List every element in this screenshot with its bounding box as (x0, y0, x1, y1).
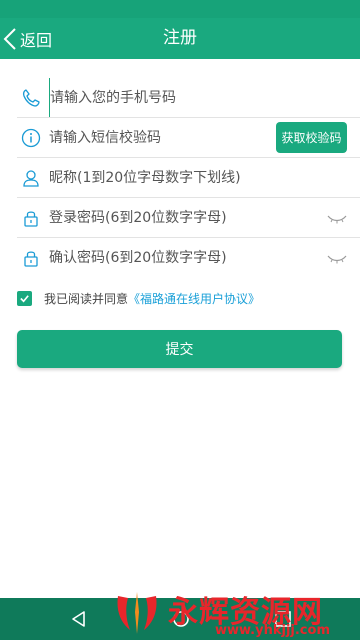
watermark-url: www.yhkjjj.com (214, 623, 330, 638)
checkmark-icon (20, 294, 29, 302)
agreement-text: 我已阅读并同意 (44, 291, 129, 306)
watermark: 永辉资源网 www.yhkjjj.com (112, 585, 360, 640)
password-row (17, 198, 360, 238)
phone-icon (20, 87, 42, 109)
lock-icon (20, 207, 42, 229)
eye-closed-icon[interactable] (326, 211, 348, 225)
password-input[interactable] (49, 198, 320, 237)
page-title: 注册 (163, 28, 197, 48)
sms-code-row: 获取校验码 (17, 118, 360, 158)
agreement-row: 我已阅读并同意 《福路通在线用户协议》 (17, 289, 260, 307)
confirm-password-row (17, 238, 360, 278)
sms-code-input[interactable] (49, 118, 264, 157)
status-bar (0, 0, 360, 18)
user-agreement-link[interactable]: 《福路通在线用户协议》 (128, 290, 260, 307)
agreement-checkbox[interactable] (17, 290, 32, 306)
watermark-logo-icon (117, 591, 157, 634)
nickname-row (17, 158, 360, 198)
back-triangle-icon[interactable] (68, 608, 90, 630)
confirm-password-input[interactable] (49, 238, 320, 277)
user-icon (20, 167, 42, 189)
get-code-button[interactable]: 获取校验码 (276, 122, 347, 153)
eye-closed-icon[interactable] (326, 251, 348, 265)
lock-icon (20, 247, 42, 269)
chevron-left-icon (3, 27, 16, 50)
submit-button[interactable]: 提交 (17, 330, 342, 368)
nickname-input[interactable] (49, 158, 320, 197)
back-button[interactable]: 返回 (2, 18, 52, 59)
back-label: 返回 (20, 30, 53, 50)
top-navigation-bar: 返回 注册 (0, 18, 360, 59)
phone-row (17, 78, 360, 118)
phone-input[interactable] (49, 78, 320, 117)
info-icon (20, 127, 42, 149)
register-form: 获取校验码 (0, 78, 360, 278)
